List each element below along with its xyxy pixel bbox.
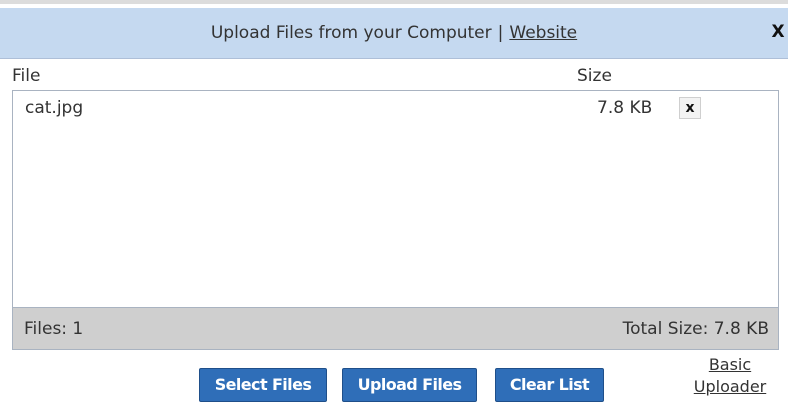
basic-uploader-line1: Basic: [708, 355, 752, 374]
file-list-footer: Files: 1 Total Size: 7.8 KB: [12, 307, 779, 350]
title-label: Upload Files from your Computer: [210, 23, 492, 43]
basic-uploader-line2: Uploader: [693, 377, 767, 396]
total-size: Total Size: 7.8 KB: [622, 319, 769, 339]
remove-file-icon[interactable]: x: [679, 97, 701, 119]
clear-list-button[interactable]: Clear List: [495, 368, 604, 402]
upload-files-button[interactable]: Upload Files: [342, 368, 477, 402]
file-name: cat.jpg: [25, 98, 84, 118]
basic-uploader-link[interactable]: Basic Uploader: [680, 354, 780, 398]
column-header-file: File: [12, 66, 41, 86]
file-size: 7.8 KB: [597, 98, 653, 118]
select-files-button[interactable]: Select Files: [199, 368, 327, 402]
title-separator: |: [497, 23, 504, 43]
close-icon[interactable]: X: [768, 21, 788, 43]
files-count: Files: 1: [24, 319, 84, 339]
list-item: cat.jpg 7.8 KB x: [13, 91, 778, 127]
dialog-title: Upload Files from your Computer | Website: [0, 23, 788, 43]
dialog-title-bar: Upload Files from your Computer | Website …: [0, 8, 788, 59]
upload-dialog: Upload Files from your Computer | Website …: [0, 0, 788, 408]
website-tab-link[interactable]: Website: [509, 23, 577, 43]
column-header-size: Size: [577, 66, 612, 86]
